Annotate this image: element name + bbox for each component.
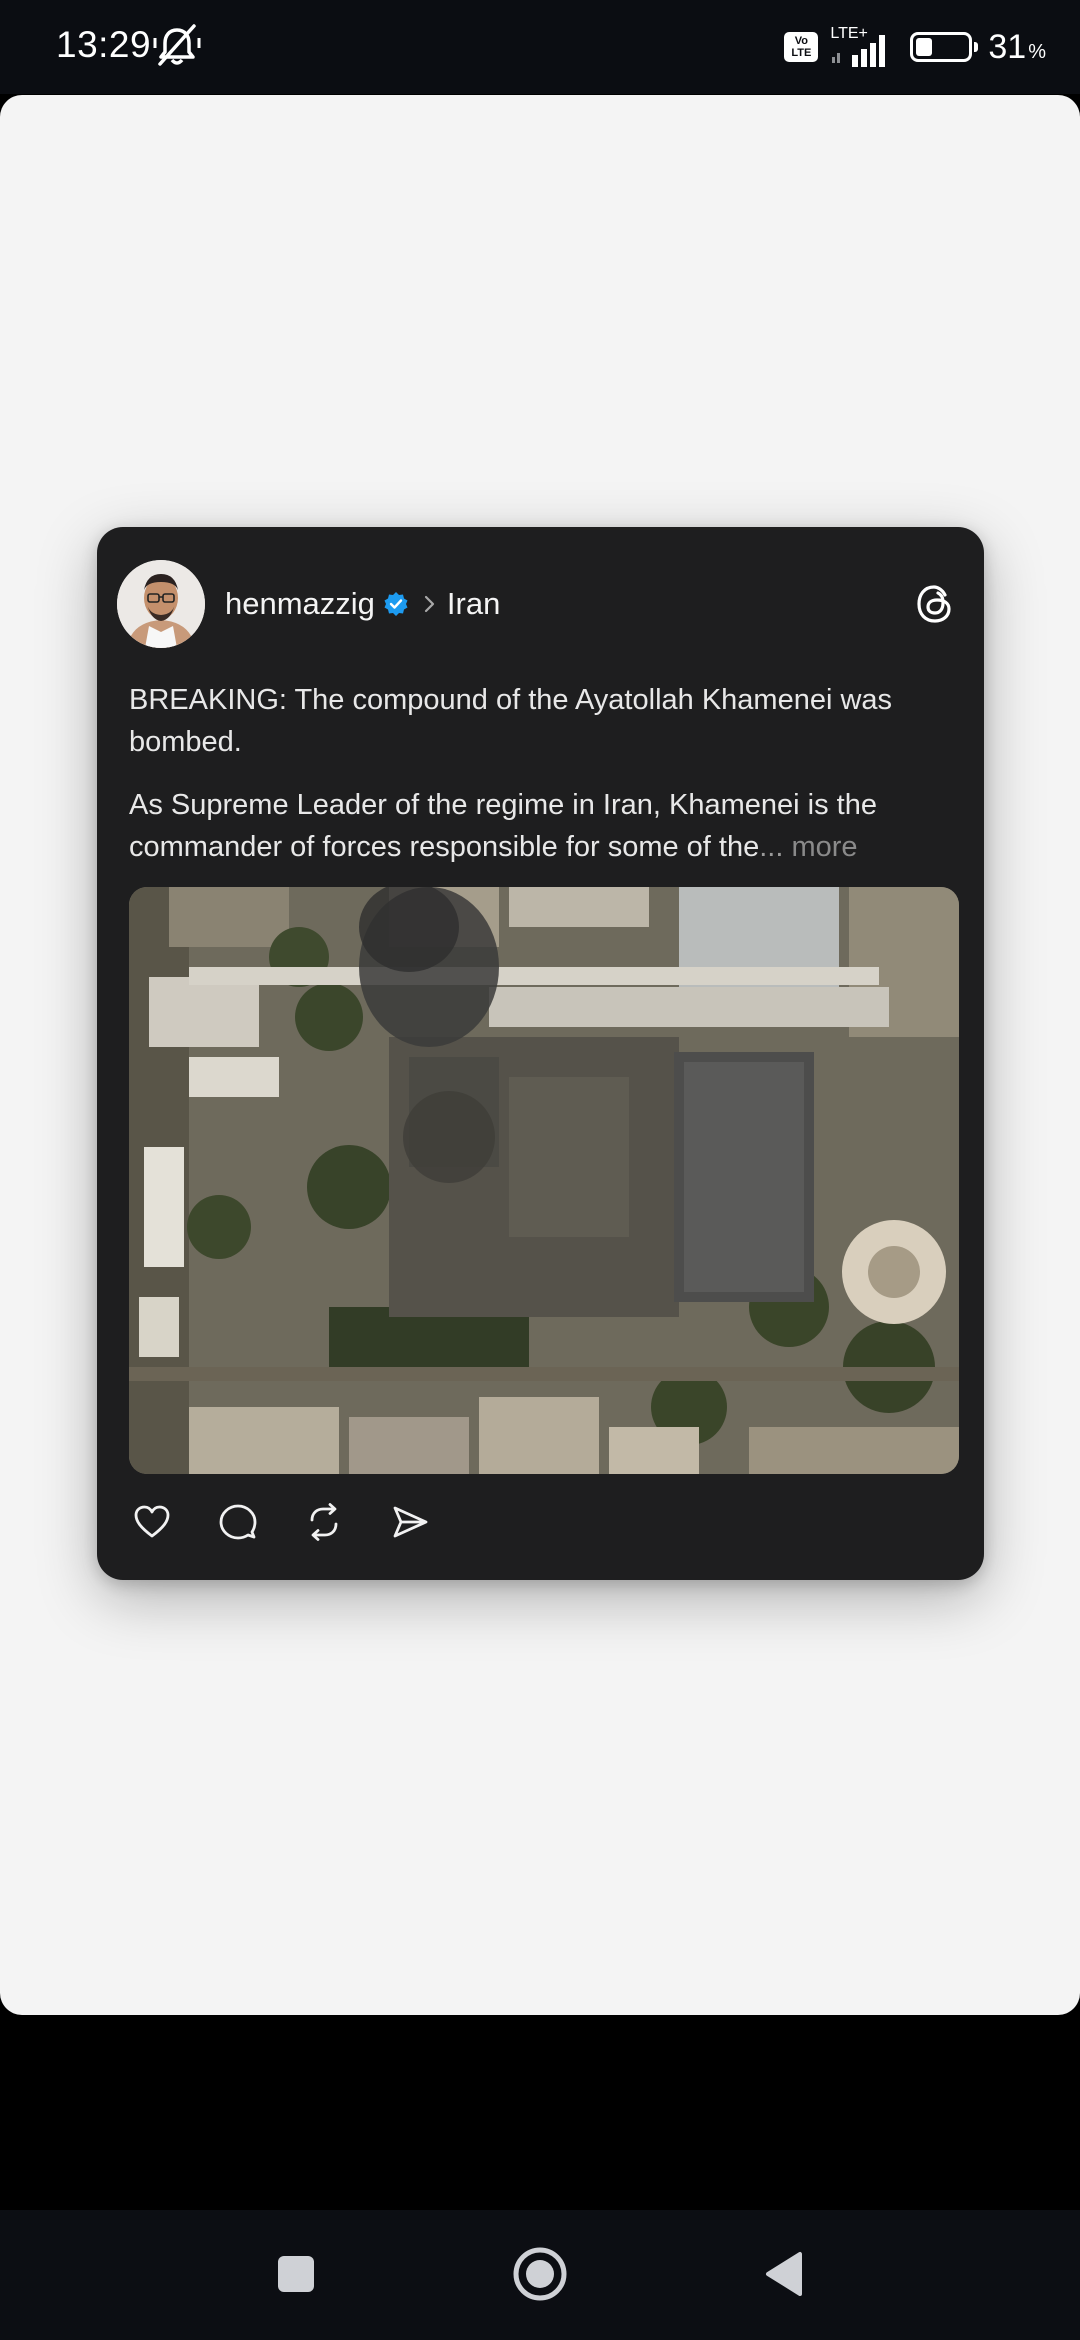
square-icon xyxy=(278,2256,314,2292)
battery-icon xyxy=(910,32,979,62)
back-button[interactable] xyxy=(754,2244,814,2304)
avatar[interactable] xyxy=(117,560,205,648)
send-icon xyxy=(393,1506,428,1538)
post-card[interactable]: henmazzig Iran BREAKING: The compound of… xyxy=(97,527,984,1580)
post-paragraph-2: As Supreme Leader of the regime in Iran,… xyxy=(129,784,959,868)
home-button[interactable] xyxy=(510,2244,570,2304)
topic-tag[interactable]: Iran xyxy=(447,586,500,622)
threads-logo-icon[interactable] xyxy=(912,581,958,627)
author-name[interactable]: henmazzig xyxy=(225,586,375,622)
heart-icon xyxy=(134,1505,170,1538)
status-bar: 13:29 Vo LTE LTE+ 31% xyxy=(0,0,1080,94)
share-button[interactable] xyxy=(387,1499,433,1545)
post-image[interactable] xyxy=(129,887,959,1474)
status-time: 13:29 xyxy=(56,24,152,65)
battery-text: 31% xyxy=(988,28,1046,67)
post-paragraph-1: BREAKING: The compound of the Ayatollah … xyxy=(129,684,893,758)
signal-icon: LTE+ xyxy=(828,25,900,69)
bell-off-icon xyxy=(153,24,201,66)
like-button[interactable] xyxy=(129,1499,175,1545)
recents-button[interactable] xyxy=(266,2244,326,2304)
reply-button[interactable] xyxy=(215,1499,261,1545)
verified-badge-icon xyxy=(384,592,408,616)
ellipsis: ... xyxy=(759,831,784,863)
repost-button[interactable] xyxy=(301,1499,347,1545)
volte-top: Vo xyxy=(794,35,808,47)
status-indicators: Vo LTE LTE+ 31% xyxy=(784,22,1046,72)
battery-percent: 31 xyxy=(988,27,1027,66)
repost-icon xyxy=(310,1503,338,1541)
chevron-right-icon xyxy=(424,595,435,613)
navigation-bar xyxy=(0,2210,1080,2340)
volte-bottom: LTE xyxy=(791,47,812,59)
triangle-back-icon xyxy=(766,2252,802,2296)
comment-icon xyxy=(219,1504,257,1540)
battery-fill xyxy=(916,38,933,56)
more-link[interactable]: more xyxy=(791,831,857,863)
post-header: henmazzig Iran xyxy=(225,584,500,624)
post-actions xyxy=(129,1499,433,1545)
battery-unit: % xyxy=(1028,40,1046,63)
volte-badge: Vo LTE xyxy=(784,32,819,62)
circle-icon xyxy=(513,2247,567,2301)
